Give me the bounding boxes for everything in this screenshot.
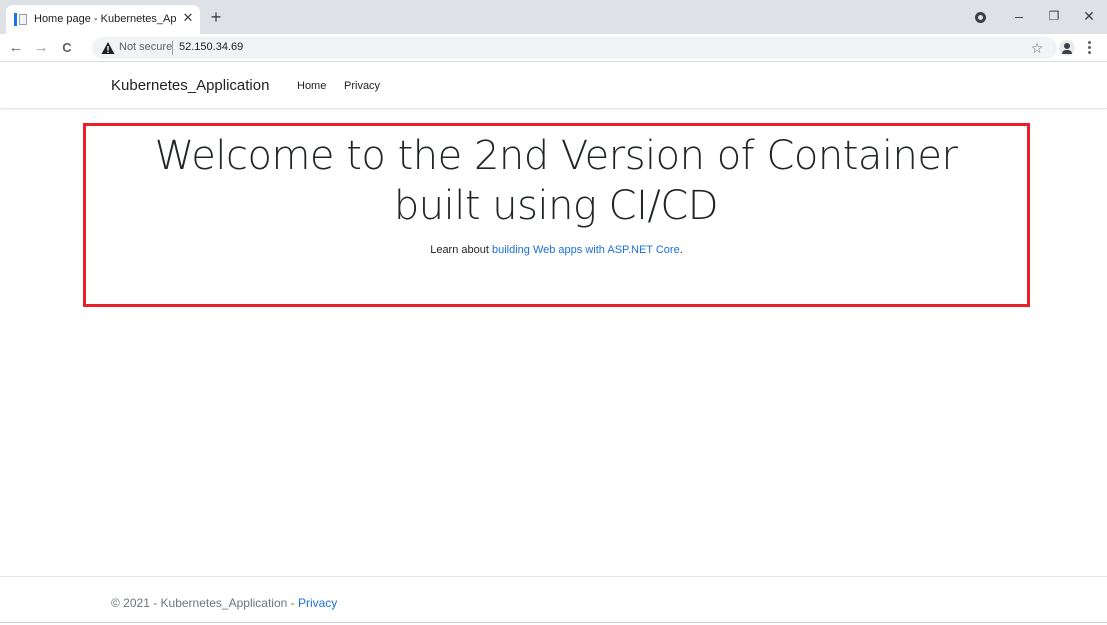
page-favicon-icon: [14, 13, 27, 26]
aspnet-docs-link[interactable]: building Web apps with ASP.NET Core: [492, 244, 680, 256]
star-icon[interactable]: ☆: [1028, 39, 1046, 57]
brand-link[interactable]: Kubernetes_Application: [111, 77, 269, 94]
highlight-box: Welcome to the 2nd Version of Container …: [83, 123, 1030, 307]
address-divider: [172, 41, 173, 55]
kebab-menu-icon[interactable]: [1084, 40, 1094, 56]
site-footer: © 2021 - Kubernetes_Application - Privac…: [0, 576, 1107, 625]
warning-icon[interactable]: [101, 41, 115, 55]
nav-link-privacy[interactable]: Privacy: [344, 80, 380, 92]
minimize-icon[interactable]: –: [1008, 6, 1030, 26]
bottom-divider: [0, 622, 1107, 623]
footer-privacy-link[interactable]: Privacy: [298, 596, 337, 610]
profile-icon[interactable]: [975, 12, 986, 23]
restore-icon[interactable]: ❐: [1043, 6, 1065, 26]
tab-title: Home page - Kubernetes_Applic: [34, 13, 176, 25]
forward-arrow-icon[interactable]: →: [31, 38, 51, 58]
browser-tab[interactable]: Home page - Kubernetes_Applic ✕: [6, 5, 200, 34]
reload-icon[interactable]: C: [57, 38, 77, 58]
plus-icon[interactable]: +: [206, 7, 226, 27]
site-navbar: Kubernetes_Application Home Privacy: [0, 63, 1107, 109]
address-bar[interactable]: Not secure 52.150.34.69 ☆: [92, 37, 1057, 59]
page-title: Welcome to the 2nd Version of Container …: [154, 133, 958, 229]
account-icon[interactable]: [1059, 40, 1075, 56]
nav-link-home[interactable]: Home: [297, 80, 326, 92]
browser-tabstrip: Home page - Kubernetes_Applic ✕ + – ❐ ✕: [0, 0, 1107, 34]
lead-text: Learn about building Web apps with ASP.N…: [86, 244, 1027, 256]
copyright-text: © 2021 - Kubernetes_Application -: [111, 596, 295, 610]
security-status[interactable]: Not secure: [119, 41, 172, 53]
lead-suffix: .: [679, 244, 683, 256]
footer-text: © 2021 - Kubernetes_Application - Privac…: [111, 596, 337, 610]
lead-prefix: Learn about: [430, 244, 489, 256]
close-icon[interactable]: ✕: [180, 10, 196, 26]
back-arrow-icon[interactable]: ←: [6, 38, 26, 58]
window-close-icon[interactable]: ✕: [1078, 6, 1100, 26]
url-text[interactable]: 52.150.34.69: [179, 41, 243, 53]
browser-toolbar: ← → C Not secure 52.150.34.69 ☆: [0, 34, 1107, 62]
